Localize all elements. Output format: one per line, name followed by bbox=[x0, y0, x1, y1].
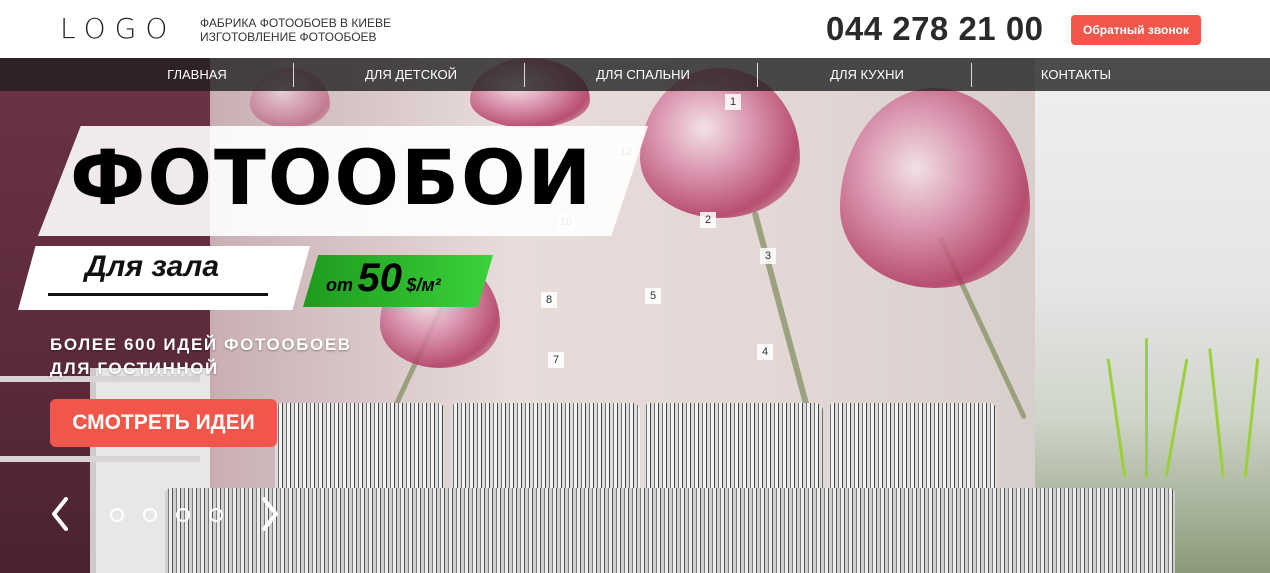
sofa-cushion bbox=[643, 403, 823, 498]
clock-number: 3 bbox=[760, 248, 776, 264]
hero-background-plant bbox=[1208, 348, 1225, 478]
clock-number: 5 bbox=[645, 288, 661, 304]
price-badge: от 50 $/м² bbox=[326, 256, 441, 301]
nav-separator bbox=[293, 63, 294, 87]
hero-description-line-2: ДЛЯ ГОСТИННОЙ bbox=[50, 359, 219, 378]
tagline: ФАБРИКА ФОТООБОЕВ В КИЕВЕ ИЗГОТОВЛЕНИЕ Ф… bbox=[200, 16, 391, 44]
callback-button[interactable]: Обратный звонок bbox=[1071, 15, 1201, 45]
slider-prev-button[interactable] bbox=[48, 496, 72, 532]
sofa-cushion bbox=[827, 403, 997, 498]
nav-item-kids[interactable]: ДЛЯ ДЕТСКОЙ bbox=[320, 58, 502, 91]
hero-background-plant bbox=[1243, 358, 1260, 478]
hero-background-sofa bbox=[165, 403, 1175, 573]
sofa-cushion bbox=[275, 403, 445, 498]
logo[interactable]: LOGO bbox=[60, 12, 176, 45]
nav-item-contacts[interactable]: КОНТАКТЫ bbox=[1000, 58, 1152, 91]
view-ideas-button[interactable]: СМОТРЕТЬ ИДЕИ bbox=[50, 399, 277, 447]
hero-subtitle: Для зала bbox=[85, 250, 220, 283]
slider-dot-1[interactable] bbox=[110, 508, 124, 522]
hero-slider: 1 12 2 10 3 8 5 7 4 ФОТООБОИ Для зала от… bbox=[0, 58, 1270, 573]
hero-title: ФОТООБОИ bbox=[70, 133, 594, 222]
clock-number: 7 bbox=[548, 352, 564, 368]
slider-next-button[interactable] bbox=[258, 496, 282, 532]
clock-number: 2 bbox=[700, 212, 716, 228]
sofa-seat bbox=[165, 488, 1175, 573]
price-unit: $/м² bbox=[406, 275, 441, 295]
hero-description-line-1: БОЛЕЕ 600 ИДЕЙ ФОТООБОЕВ bbox=[50, 335, 352, 354]
tagline-line-1: ФАБРИКА ФОТООБОЕВ В КИЕВЕ bbox=[200, 16, 391, 30]
tagline-line-2: ИЗГОТОВЛЕНИЕ ФОТООБОЕВ bbox=[200, 30, 377, 44]
site-header: LOGO ФАБРИКА ФОТООБОЕВ В КИЕВЕ ИЗГОТОВЛЕ… bbox=[0, 0, 1270, 58]
hero-background-flower bbox=[840, 88, 1030, 288]
main-nav: ГЛАВНАЯ ДЛЯ ДЕТСКОЙ ДЛЯ СПАЛЬНИ ДЛЯ КУХН… bbox=[0, 58, 1270, 91]
hero-description: БОЛЕЕ 600 ИДЕЙ ФОТООБОЕВ ДЛЯ ГОСТИННОЙ bbox=[50, 333, 352, 381]
phone-number[interactable]: 044 278 21 00 bbox=[826, 10, 1044, 48]
chevron-left-icon bbox=[52, 497, 68, 531]
clock-number: 1 bbox=[725, 94, 741, 110]
nav-item-kitchen[interactable]: ДЛЯ КУХНИ bbox=[780, 58, 954, 91]
nav-item-bedroom[interactable]: ДЛЯ СПАЛЬНИ bbox=[550, 58, 736, 91]
nav-item-home[interactable]: ГЛАВНАЯ bbox=[130, 58, 264, 91]
clock-number: 4 bbox=[757, 344, 773, 360]
hero-background-stem bbox=[751, 210, 815, 426]
slider-dot-3[interactable] bbox=[176, 508, 190, 522]
nav-separator bbox=[757, 63, 758, 87]
sofa-cushion bbox=[450, 403, 640, 498]
hero-subtitle-underline bbox=[48, 293, 268, 296]
price-value: 50 bbox=[357, 256, 402, 300]
clock-number: 8 bbox=[541, 292, 557, 308]
nav-separator bbox=[524, 63, 525, 87]
chevron-right-icon bbox=[262, 497, 278, 531]
slider-dot-2[interactable] bbox=[143, 508, 157, 522]
nav-separator bbox=[971, 63, 972, 87]
slider-dot-4[interactable] bbox=[209, 508, 223, 522]
price-from: от bbox=[326, 275, 353, 295]
